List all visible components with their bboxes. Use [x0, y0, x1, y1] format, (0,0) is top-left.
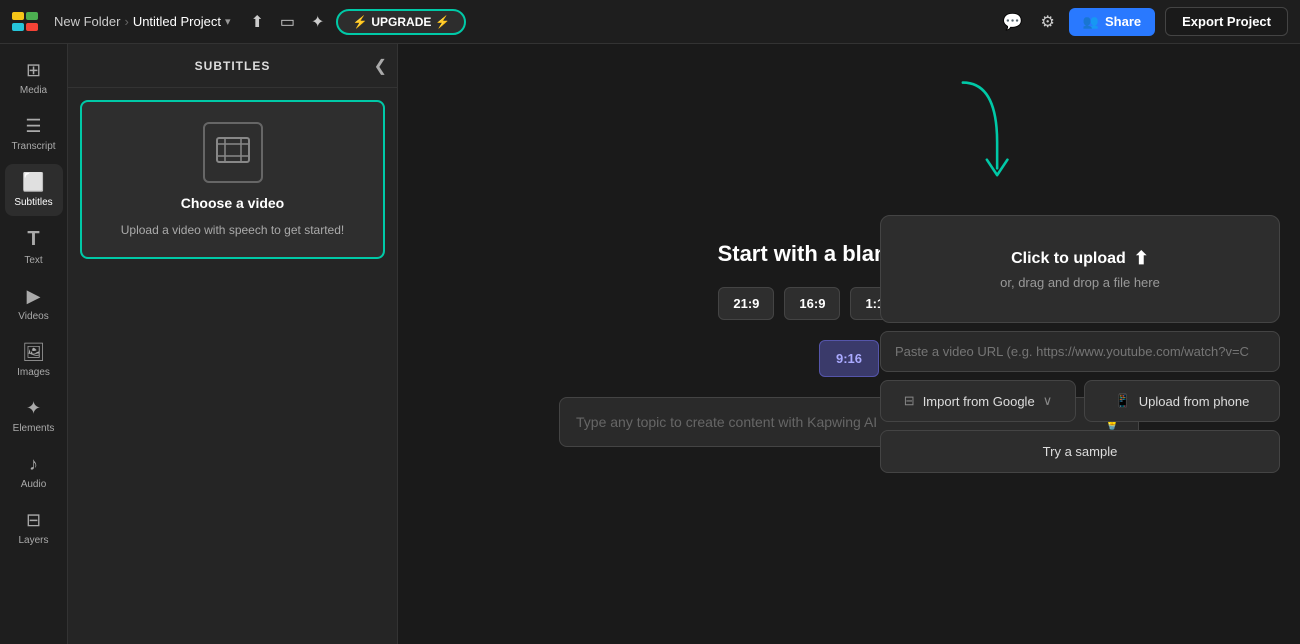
upload-drop-zone[interactable]: Click to upload ⬆ or, drag and drop a fi…: [880, 215, 1280, 323]
upload-panel: Click to upload ⬆ or, drag and drop a fi…: [880, 215, 1280, 473]
upload-click-text: Click to upload ⬆: [1011, 248, 1149, 269]
sidebar-item-media[interactable]: ⊞ Media: [5, 52, 63, 104]
elements-icon: ✦: [26, 398, 41, 419]
transcript-icon: ☰: [25, 116, 41, 137]
sidebar-item-images[interactable]: 🖼 Images: [5, 334, 63, 386]
choose-video-card[interactable]: Choose a video Upload a video with speec…: [80, 100, 385, 259]
sidebar-item-subtitles[interactable]: ⬜ Subtitles: [5, 164, 63, 216]
aspect-ratio-9-16[interactable]: 9:16: [819, 340, 879, 377]
video-card-subtitle: Upload a video with speech to get starte…: [121, 223, 344, 237]
chevron-icon: ∨: [1043, 393, 1053, 409]
sidebar-item-label: Elements: [13, 423, 55, 434]
sidebar-item-label: Images: [17, 367, 50, 378]
sidebar-item-label: Videos: [18, 311, 48, 322]
magic-icon[interactable]: ✦: [307, 8, 328, 36]
sidebar-item-audio[interactable]: ♪ Audio: [5, 446, 63, 498]
audio-icon: ♪: [29, 454, 38, 475]
subtitles-panel-icon: ⬜: [22, 172, 44, 193]
sidebar-item-label: Subtitles: [14, 197, 52, 208]
subtitles-icon[interactable]: ▭: [276, 8, 299, 36]
sidebar-item-label: Text: [24, 255, 42, 266]
share-upload-icon[interactable]: ⬆: [247, 8, 268, 36]
main-layout: ⊞ Media ☰ Transcript ⬜ Subtitles T Text …: [0, 44, 1300, 644]
comment-icon[interactable]: 💬: [999, 8, 1027, 36]
chevron-down-icon[interactable]: ▾: [225, 15, 231, 28]
sidebar-item-text[interactable]: T Text: [5, 220, 63, 274]
url-input[interactable]: [880, 331, 1280, 372]
upgrade-button[interactable]: ⚡ UPGRADE ⚡: [336, 9, 466, 35]
arrow-container: [940, 74, 1020, 199]
layers-icon: ⊟: [26, 510, 41, 531]
topbar-right: 💬 ⚙ 👥 Share Export Project: [999, 7, 1288, 36]
topbar: New Folder › Untitled Project ▾ ⬆ ▭ ✦ ⚡ …: [0, 0, 1300, 44]
aspect-ratio-16-9[interactable]: 16:9: [784, 287, 840, 320]
settings-icon[interactable]: ⚙: [1036, 8, 1058, 36]
sidebar-item-elements[interactable]: ✦ Elements: [5, 390, 63, 442]
topbar-actions: ⬆ ▭ ✦: [247, 8, 329, 36]
text-icon: T: [27, 228, 39, 251]
sidebar-item-videos[interactable]: ▶ Videos: [5, 278, 63, 330]
media-icon: ⊞: [26, 60, 41, 81]
ai-input-placeholder: Type any topic to create content with Ka…: [576, 414, 877, 430]
phone-icon: 📱: [1115, 393, 1131, 409]
share-button[interactable]: 👥 Share: [1069, 8, 1155, 36]
teal-arrow-icon: [940, 74, 1020, 194]
panel-collapse-button[interactable]: ❮: [374, 56, 387, 76]
images-icon: 🖼: [22, 342, 45, 363]
aspect-ratio-21-9[interactable]: 21:9: [718, 287, 774, 320]
aspect-916-row: 9:16: [819, 340, 879, 377]
sidebar-item-label: Transcript: [11, 141, 55, 152]
sidebar-item-label: Media: [20, 85, 47, 96]
upload-drop-text: or, drag and drop a file here: [1000, 275, 1160, 290]
panel-header: SUBTITLES ❮: [68, 44, 397, 88]
sidebar-item-label: Layers: [18, 535, 48, 546]
sidebar-item-label: Audio: [21, 479, 47, 490]
export-button[interactable]: Export Project: [1165, 7, 1288, 36]
import-google-button[interactable]: ⊟ Import from Google ∨: [880, 380, 1076, 422]
upload-phone-button[interactable]: 📱 Upload from phone: [1084, 380, 1280, 422]
folder-name[interactable]: New Folder: [54, 14, 120, 29]
project-name[interactable]: Untitled Project: [133, 14, 221, 29]
lightning-icon: ⚡: [352, 15, 367, 29]
lightning-icon-right: ⚡: [435, 15, 450, 29]
breadcrumb-separator: ›: [124, 14, 128, 29]
icon-sidebar: ⊞ Media ☰ Transcript ⬜ Subtitles T Text …: [0, 44, 68, 644]
google-icon: ⊟: [904, 393, 915, 409]
sidebar-item-layers[interactable]: ⊟ Layers: [5, 502, 63, 554]
share-people-icon: 👥: [1083, 14, 1099, 30]
breadcrumb: New Folder › Untitled Project ▾: [54, 14, 231, 29]
canvas-area: Start with a blank canvas 21:9 16:9 1:1 …: [398, 44, 1300, 644]
import-row: ⊟ Import from Google ∨ 📱 Upload from pho…: [880, 380, 1280, 422]
video-card-title: Choose a video: [181, 195, 284, 211]
app-logo: [12, 12, 40, 32]
try-sample-button[interactable]: Try a sample: [880, 430, 1280, 473]
subtitles-panel: SUBTITLES ❮ Choose a video Upload a vide…: [68, 44, 398, 644]
panel-content: Choose a video Upload a video with speec…: [68, 88, 397, 644]
videos-icon: ▶: [27, 286, 41, 307]
sidebar-item-transcript[interactable]: ☰ Transcript: [5, 108, 63, 160]
upload-arrow-icon: ⬆: [1134, 248, 1149, 269]
film-icon: [203, 122, 263, 183]
panel-title: SUBTITLES: [195, 59, 271, 73]
